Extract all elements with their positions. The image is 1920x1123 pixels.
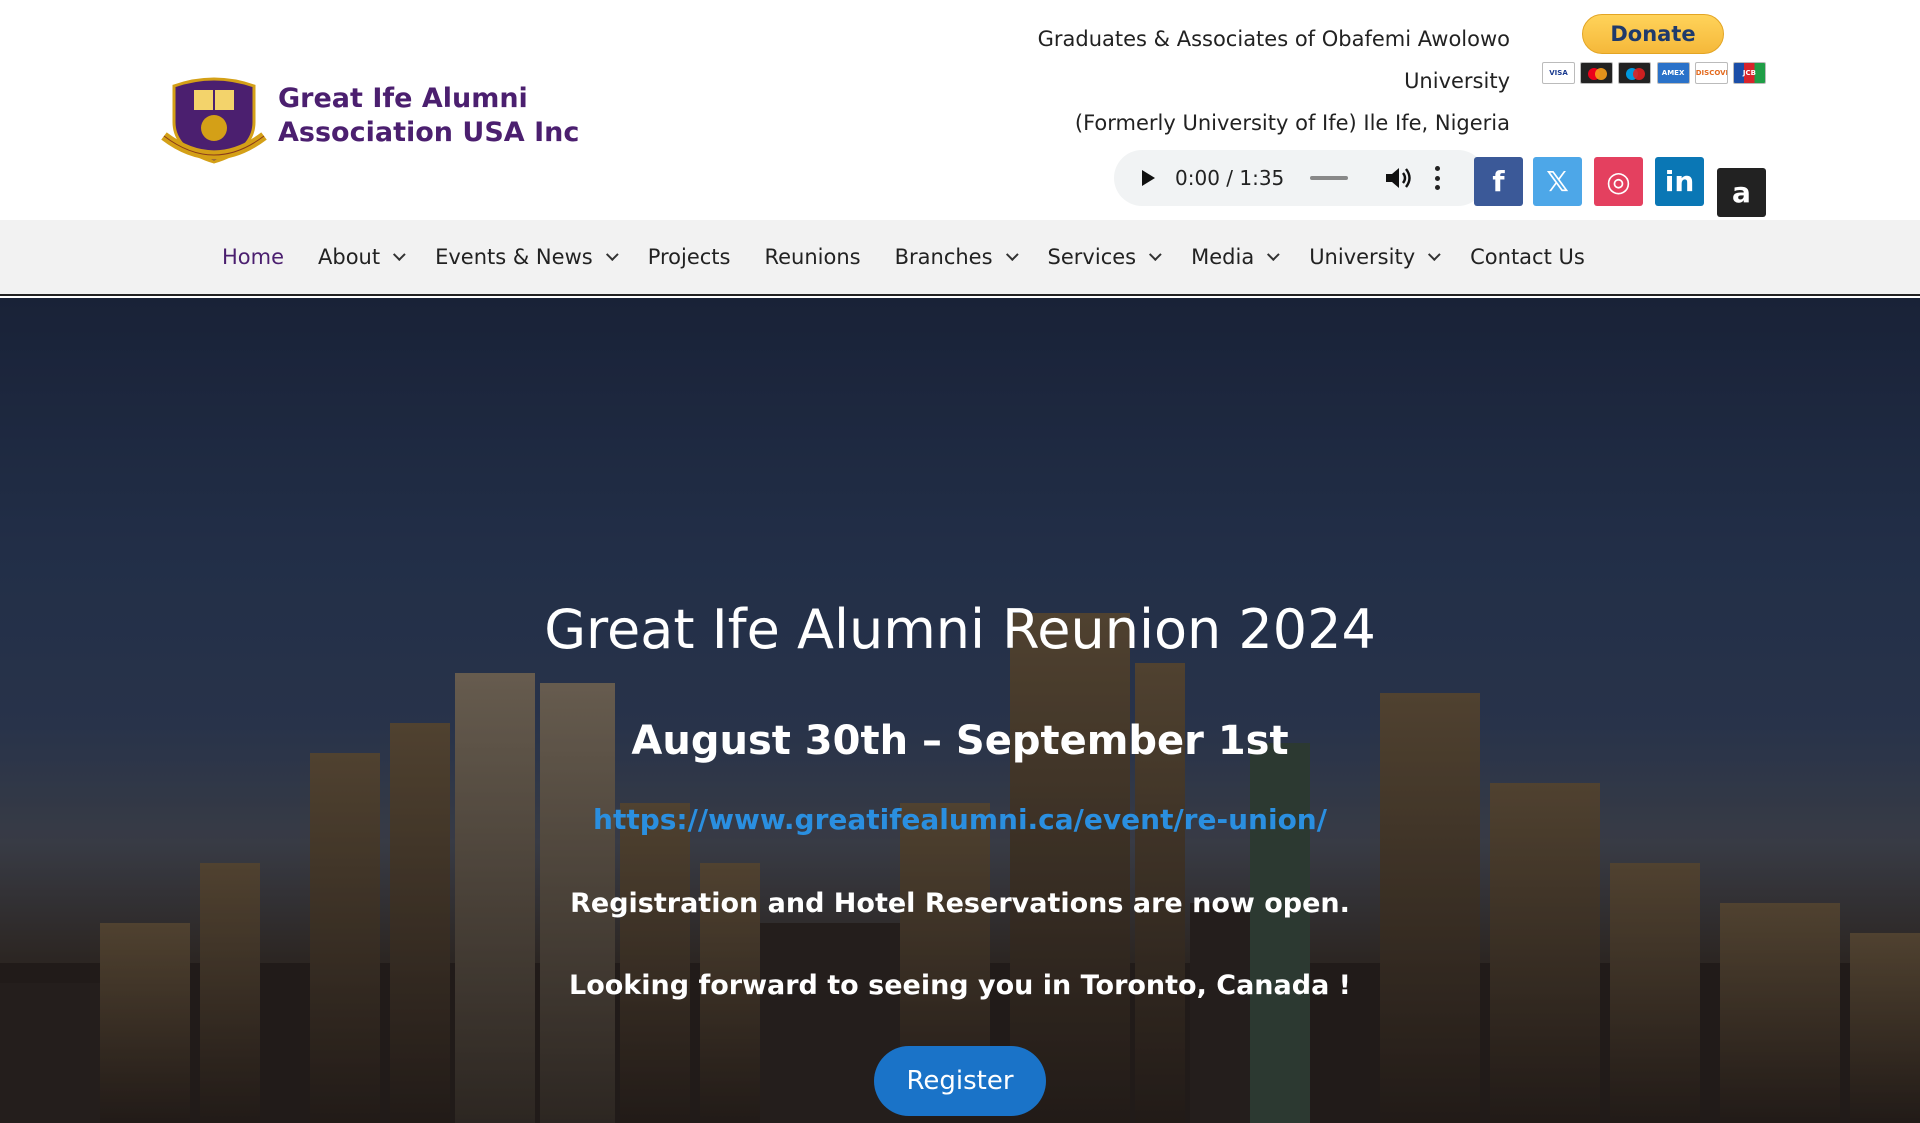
mastercard-icon <box>1580 62 1614 84</box>
header-tagline: Graduates & Associates of Obafemi Awolow… <box>990 18 1510 144</box>
site-header: Great Ife Alumni Association USA Inc Gra… <box>0 0 1920 220</box>
tagline-line1: Graduates & Associates of Obafemi Awolow… <box>1037 27 1510 51</box>
nav-item-about[interactable]: About <box>318 245 406 269</box>
chevron-down-icon <box>605 247 619 261</box>
nav-label: Reunions <box>764 245 861 269</box>
amex-card-icon: AMEX <box>1656 62 1690 84</box>
register-button[interactable]: Register <box>874 1046 1046 1116</box>
event-link[interactable]: https://www.greatifealumni.ca/event/re-u… <box>0 803 1920 836</box>
donate-button[interactable]: Donate <box>1582 14 1724 54</box>
nav-item-events-news[interactable]: Events & News <box>435 245 619 269</box>
amazon-link[interactable]: a <box>1717 168 1766 217</box>
x-twitter-link[interactable]: 𝕏 <box>1533 157 1582 206</box>
main-navigation: Home About Events & News Projects Reunio… <box>0 220 1920 296</box>
tagline-line3: (Formerly University of Ife) Ile Ife, Ni… <box>1074 111 1510 135</box>
nav-item-media[interactable]: Media <box>1191 245 1280 269</box>
x-twitter-icon: 𝕏 <box>1546 164 1569 198</box>
nav-item-university[interactable]: University <box>1309 245 1441 269</box>
university-crest-icon <box>161 77 267 164</box>
nav-item-home[interactable]: Home <box>222 245 284 269</box>
hero-event-dates: August 30th – September 1st <box>631 718 1289 764</box>
discover-card-icon: DISCOVER <box>1694 62 1728 84</box>
amazon-icon: a <box>1732 175 1751 209</box>
nav-label: About <box>318 245 381 269</box>
instagram-link[interactable]: ◎ <box>1594 157 1643 206</box>
nav-item-reunions[interactable]: Reunions <box>764 245 860 269</box>
registration-notice: Registration and Hotel Reservations are … <box>570 888 1350 919</box>
linkedin-link[interactable]: in <box>1655 157 1704 206</box>
audio-time: 0:00 / 1:35 <box>1175 166 1285 190</box>
site-title: Great Ife Alumni Association USA Inc <box>278 82 579 150</box>
nav-label: Media <box>1191 245 1255 269</box>
hero-title: Great Ife Alumni Reunion 2024 <box>544 598 1376 661</box>
linkedin-icon: in <box>1664 164 1695 198</box>
volume-icon[interactable] <box>1384 166 1412 190</box>
facebook-link[interactable]: f <box>1474 157 1523 206</box>
facebook-icon: f <box>1492 164 1505 198</box>
chevron-down-icon <box>393 247 406 261</box>
chevron-down-icon <box>1005 247 1019 261</box>
hero-banner: Great Ife Alumni Reunion 2024 August 30t… <box>0 298 1920 1123</box>
audio-player: 0:00 / 1:35 <box>1114 150 1486 206</box>
nav-label: Services <box>1047 245 1137 269</box>
chevron-down-icon <box>1267 247 1280 261</box>
tagline-line2: University <box>1404 69 1510 93</box>
nav-list: Home About Events & News Projects Reunio… <box>222 220 1619 294</box>
donate-widget: Donate VISA AMEX DISCOVER JCB <box>1540 10 1766 84</box>
nav-label: Home <box>222 245 285 269</box>
nav-item-branches[interactable]: Branches <box>894 245 1019 269</box>
play-icon[interactable] <box>1142 170 1155 186</box>
more-options-icon[interactable] <box>1432 166 1442 190</box>
nav-item-services[interactable]: Services <box>1047 245 1162 269</box>
maestro-card-icon <box>1618 62 1652 84</box>
jcb-card-icon: JCB <box>1732 62 1766 84</box>
site-title-line1: Great Ife Alumni <box>278 83 528 114</box>
nav-label: Events & News <box>435 245 593 269</box>
site-title-line2: Association USA Inc <box>278 117 580 148</box>
nav-item-contact-us[interactable]: Contact Us <box>1470 245 1585 269</box>
site-logo[interactable]: Great Ife Alumni Association USA Inc <box>160 62 579 170</box>
welcome-message: Looking forward to seeing you in Toronto… <box>569 970 1351 1001</box>
audio-seek-bar[interactable] <box>1310 176 1349 180</box>
nav-item-projects[interactable]: Projects <box>648 245 731 269</box>
instagram-icon: ◎ <box>1606 164 1631 198</box>
chevron-down-icon <box>1428 247 1441 261</box>
payment-cards: VISA AMEX DISCOVER JCB <box>1540 62 1766 84</box>
chevron-down-icon <box>1149 247 1162 261</box>
nav-label: Contact Us <box>1470 245 1585 269</box>
nav-label: Projects <box>647 245 731 269</box>
nav-label: Branches <box>894 245 993 269</box>
visa-card-icon: VISA <box>1542 62 1575 84</box>
nav-label: University <box>1309 245 1416 269</box>
